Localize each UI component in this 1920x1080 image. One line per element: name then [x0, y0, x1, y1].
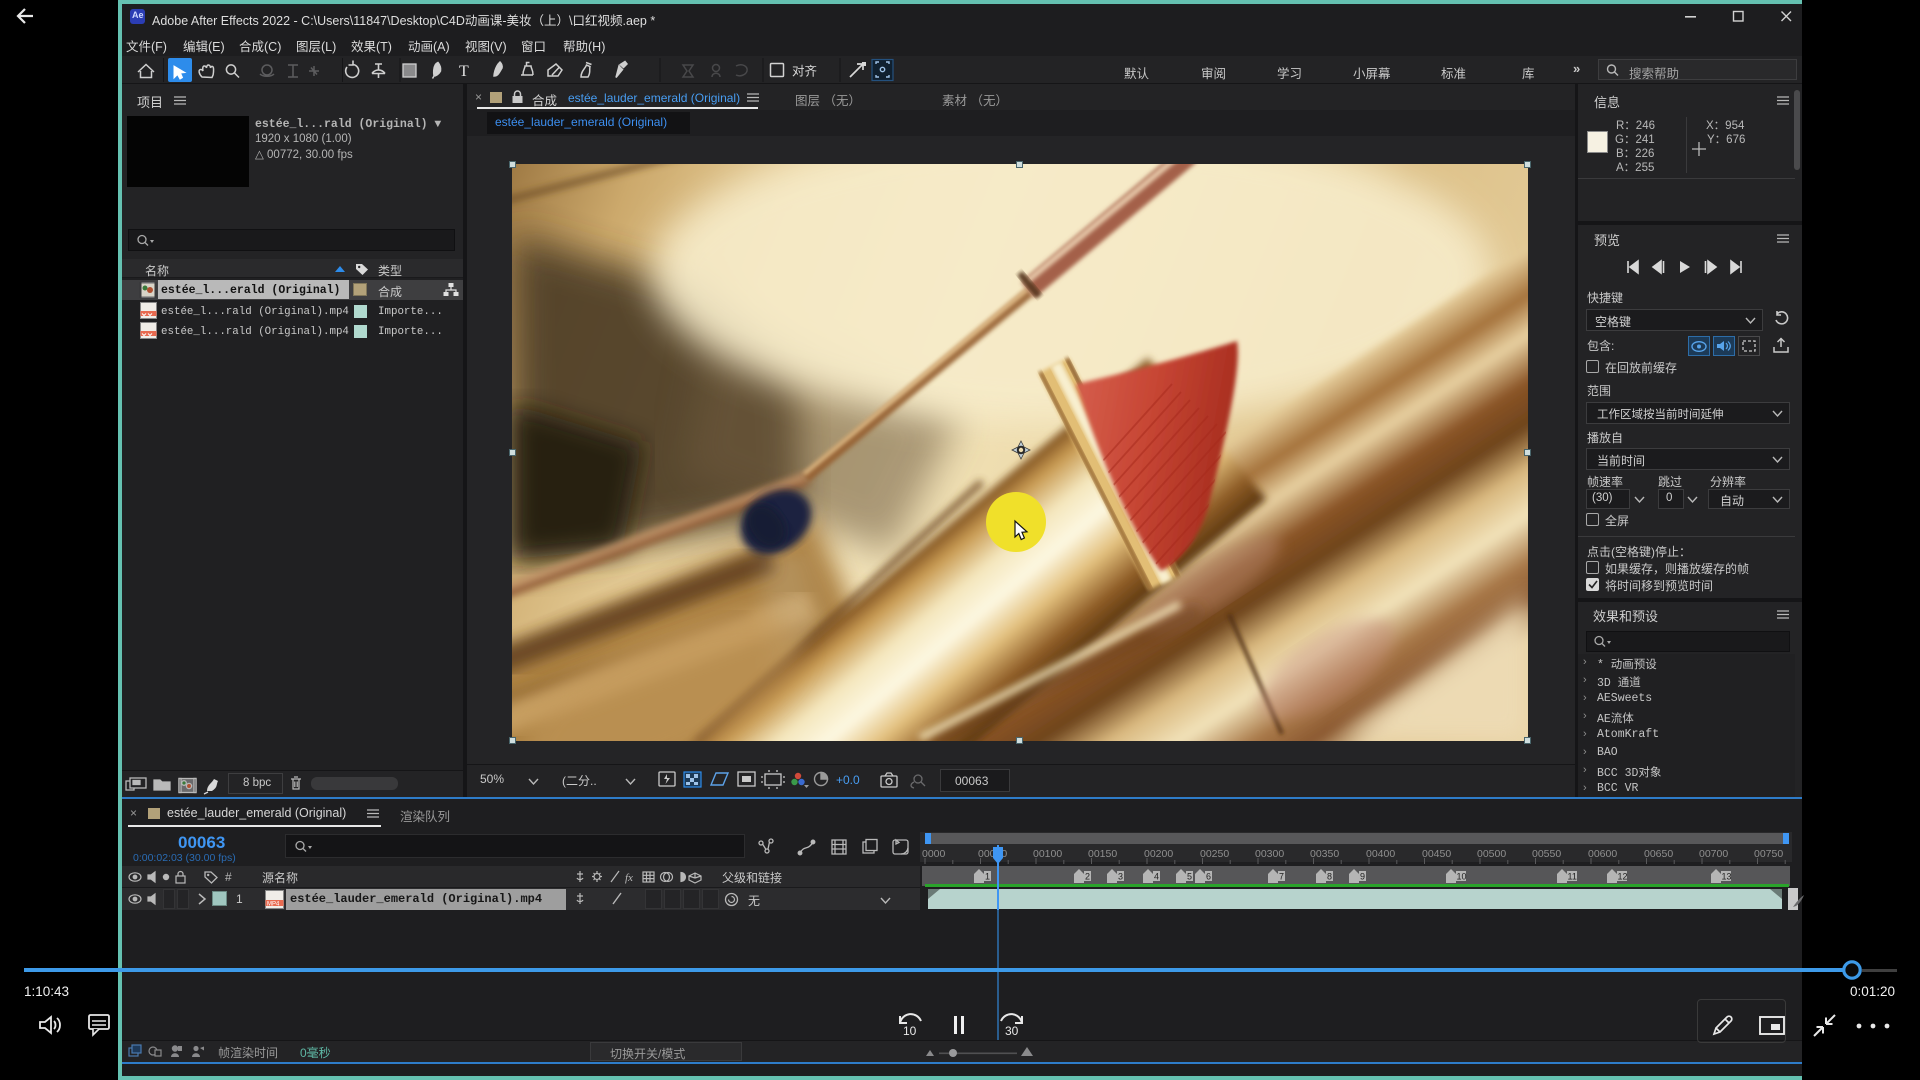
svg-text:+0.0: +0.0 [836, 773, 860, 787]
svg-text:13: 13 [1722, 872, 1732, 882]
svg-text:12: 12 [1618, 872, 1628, 882]
svg-text:T: T [459, 63, 469, 80]
svg-text:9: 9 [1360, 872, 1365, 882]
svg-text:5: 5 [1187, 872, 1192, 882]
svg-text:2: 2 [1085, 872, 1090, 882]
svg-text:30: 30 [1005, 1024, 1019, 1038]
svg-text:10: 10 [1457, 872, 1467, 882]
svg-text:11: 11 [1568, 872, 1577, 882]
svg-text:8: 8 [1327, 872, 1332, 882]
svg-text:10: 10 [903, 1024, 917, 1038]
svg-text:7: 7 [1279, 872, 1284, 882]
svg-text:4: 4 [1154, 872, 1159, 882]
svg-text:3: 3 [1118, 872, 1123, 882]
svg-text:fx: fx [625, 872, 633, 884]
svg-text:MP4: MP4 [267, 902, 280, 908]
svg-text:6: 6 [1206, 872, 1211, 882]
svg-text:1: 1 [985, 872, 990, 882]
svg-text:对齐: 对齐 [792, 64, 818, 79]
